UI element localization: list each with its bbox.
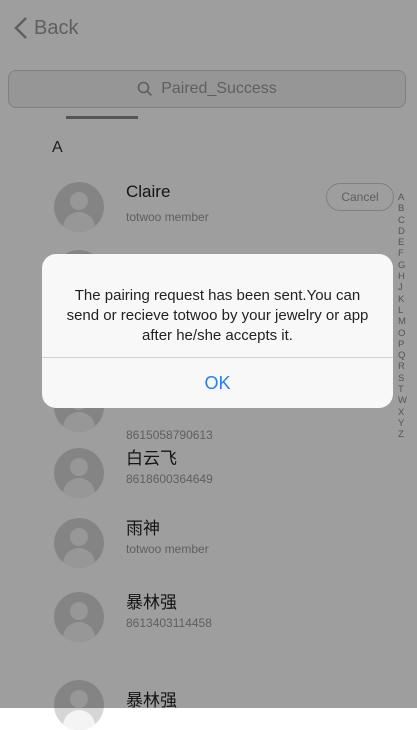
alert-dialog: The pairing request has been sent.You ca… (42, 254, 393, 408)
ok-button[interactable]: OK (42, 358, 393, 408)
alert-message: The pairing request has been sent.You ca… (66, 287, 369, 344)
